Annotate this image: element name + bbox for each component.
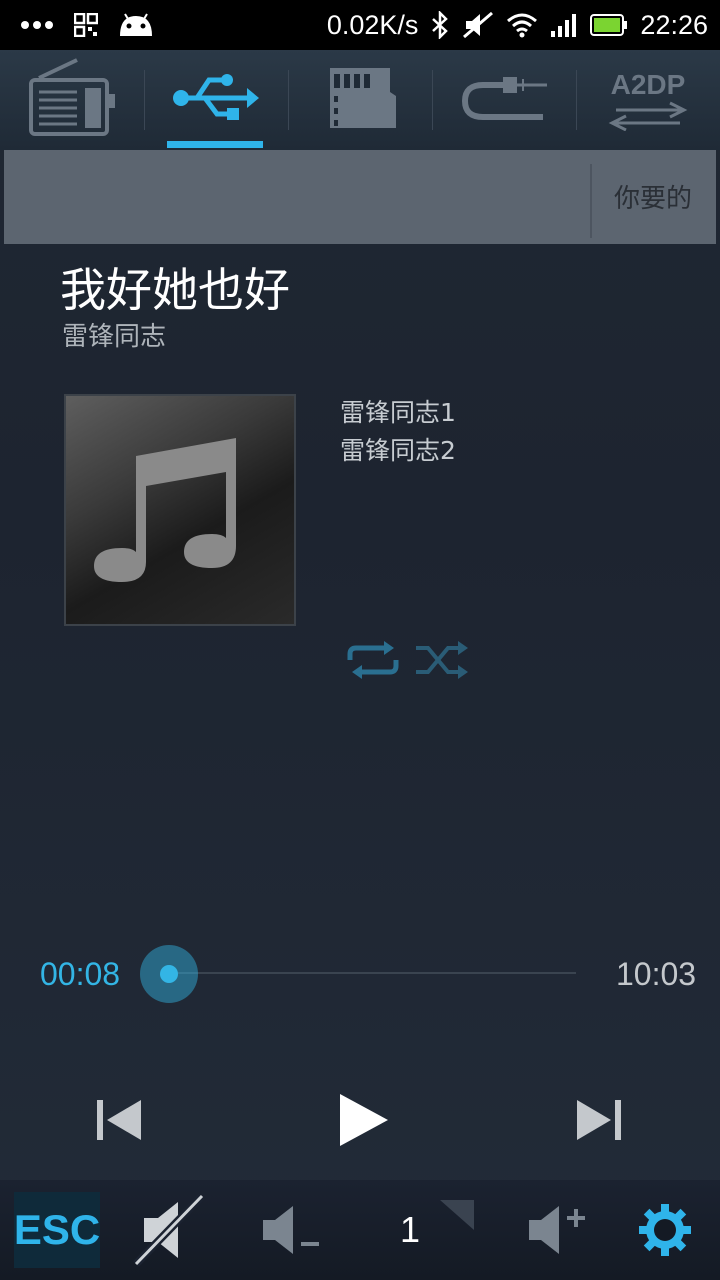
signal-icon xyxy=(550,12,578,38)
usb-icon xyxy=(171,70,261,130)
status-bar: 0.02K/s 22:26 xyxy=(0,0,720,50)
music-note-icon xyxy=(94,438,236,582)
strip-button[interactable]: 你要的 xyxy=(614,178,692,215)
previous-button[interactable] xyxy=(80,1080,160,1160)
speaker-muted-icon xyxy=(133,1193,205,1267)
volume-corner-mark xyxy=(440,1200,474,1230)
play-mode-controls xyxy=(344,640,470,684)
transport-controls xyxy=(0,1060,720,1180)
song-title: 我好她也好 xyxy=(60,263,290,317)
total-time: 10:03 xyxy=(616,956,697,992)
net-speed: 0.02K/s xyxy=(326,9,419,40)
skip-next-icon xyxy=(577,1100,621,1140)
strip-divider xyxy=(590,164,592,238)
mute-button[interactable] xyxy=(130,1180,210,1280)
mute-icon xyxy=(462,11,494,39)
tab-sd-card[interactable] xyxy=(288,50,432,150)
esc-button[interactable]: ESC xyxy=(14,1192,100,1268)
play-icon xyxy=(340,1094,388,1146)
wifi-icon xyxy=(506,12,538,38)
skip-previous-icon xyxy=(97,1100,141,1140)
settings-button[interactable] xyxy=(630,1180,700,1280)
radio-icon xyxy=(29,58,115,142)
volume-up-icon xyxy=(529,1206,585,1254)
seek-thumb[interactable] xyxy=(140,945,199,1003)
android-icon xyxy=(118,12,154,38)
a2dp-label: A2DP xyxy=(610,69,686,100)
bottom-bar: ESC 1 xyxy=(0,1180,720,1280)
more-dots-icon xyxy=(20,20,54,30)
playlist: 雷锋同志1 雷锋同志2 xyxy=(340,394,456,470)
tab-selected-indicator xyxy=(167,141,263,148)
list-item[interactable]: 雷锋同志1 xyxy=(340,394,456,432)
volume-down-icon xyxy=(263,1206,319,1254)
source-tabs: A2DP xyxy=(0,50,720,150)
seek-bar[interactable] xyxy=(164,972,576,974)
repeat-icon[interactable] xyxy=(344,640,402,684)
clock: 22:26 xyxy=(640,9,708,40)
tab-aux[interactable] xyxy=(432,50,576,150)
tab-a2dp[interactable]: A2DP xyxy=(576,50,720,150)
gear-icon xyxy=(639,1204,691,1256)
qr-icon xyxy=(74,13,98,37)
volume-level: 1 xyxy=(399,1209,421,1250)
sd-card-icon xyxy=(320,66,400,134)
song-artist: 雷锋同志 xyxy=(62,322,167,352)
a2dp-icon: A2DP xyxy=(608,69,688,131)
search-strip: 你要的 xyxy=(4,150,716,244)
volume-up-button[interactable] xyxy=(516,1180,596,1280)
next-button[interactable] xyxy=(558,1080,638,1160)
current-time: 00:08 xyxy=(40,956,121,992)
album-art xyxy=(64,394,296,626)
tab-usb[interactable] xyxy=(144,50,288,150)
tab-radio[interactable] xyxy=(0,50,144,150)
list-item[interactable]: 雷锋同志2 xyxy=(340,432,456,470)
battery-icon xyxy=(590,14,628,36)
bluetooth-icon xyxy=(430,11,450,39)
play-button[interactable] xyxy=(322,1080,402,1160)
seek-thumb-dot xyxy=(160,965,179,983)
aux-cable-icon xyxy=(459,73,549,127)
shuffle-icon[interactable] xyxy=(414,640,470,684)
volume-down-button[interactable] xyxy=(250,1180,330,1280)
